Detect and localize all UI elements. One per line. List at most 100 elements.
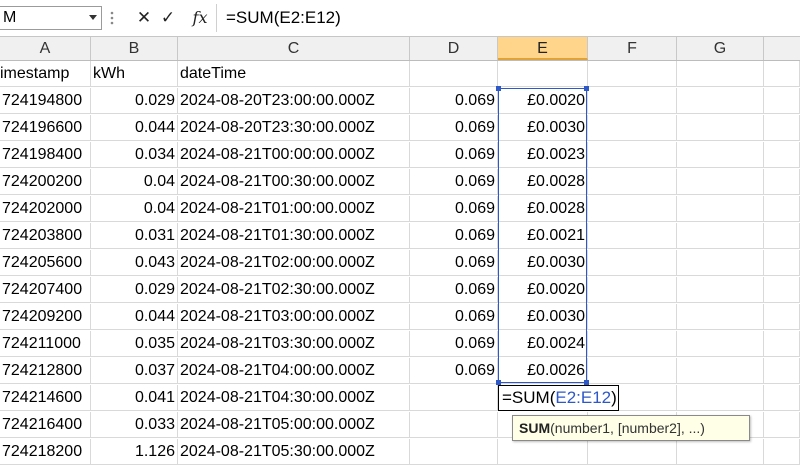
- column-header-a[interactable]: A: [0, 37, 91, 60]
- formula-bar-splitter-icon[interactable]: [106, 6, 118, 30]
- cell-c-4[interactable]: 2024-08-21T00:00:00.000Z: [178, 142, 410, 168]
- cell-h-8[interactable]: [764, 250, 800, 276]
- cell-b-12[interactable]: 0.037: [91, 358, 178, 384]
- cell-b-13[interactable]: 0.041: [91, 385, 178, 411]
- cell-g-2[interactable]: [677, 88, 764, 114]
- cell-g-13[interactable]: [677, 385, 764, 411]
- cell-a-11[interactable]: 724211000: [0, 331, 91, 357]
- cell-g-11[interactable]: [677, 331, 764, 357]
- cell-g-15[interactable]: [677, 439, 764, 465]
- cell-h-1[interactable]: [764, 61, 800, 87]
- cell-a-12[interactable]: 724212800: [0, 358, 91, 384]
- cancel-icon[interactable]: ✕: [134, 6, 154, 30]
- cell-g-5[interactable]: [677, 169, 764, 195]
- cell-d-6[interactable]: 0.069: [410, 196, 498, 222]
- cell-f-11[interactable]: [588, 331, 677, 357]
- name-box[interactable]: M: [0, 6, 102, 30]
- cell-e-7[interactable]: £0.0021: [498, 223, 588, 249]
- cell-h-10[interactable]: [764, 304, 800, 330]
- cell-h-3[interactable]: [764, 115, 800, 141]
- cell-b-2[interactable]: 0.029: [91, 88, 178, 114]
- cell-d-1[interactable]: [410, 61, 498, 87]
- enter-check-icon[interactable]: ✓: [158, 6, 178, 30]
- cell-c-8[interactable]: 2024-08-21T02:00:00.000Z: [178, 250, 410, 276]
- cell-c-10[interactable]: 2024-08-21T03:00:00.000Z: [178, 304, 410, 330]
- cell-g-6[interactable]: [677, 196, 764, 222]
- cell-c-3[interactable]: 2024-08-20T23:30:00.000Z: [178, 115, 410, 141]
- cell-h-15[interactable]: [764, 439, 800, 465]
- insert-function-icon[interactable]: fx: [188, 6, 212, 30]
- cell-e-8[interactable]: £0.0030: [498, 250, 588, 276]
- tooltip-function-name[interactable]: SUM: [519, 420, 550, 436]
- cell-b-6[interactable]: 0.04: [91, 196, 178, 222]
- cell-c-11[interactable]: 2024-08-21T03:30:00.000Z: [178, 331, 410, 357]
- cell-c-13[interactable]: 2024-08-21T04:30:00.000Z: [178, 385, 410, 411]
- column-header-f[interactable]: F: [588, 37, 677, 60]
- cell-e-3[interactable]: £0.0030: [498, 115, 588, 141]
- cell-g-12[interactable]: [677, 358, 764, 384]
- cell-c-1[interactable]: dateTime: [178, 61, 410, 87]
- cell-d-10[interactable]: 0.069: [410, 304, 498, 330]
- cell-b-9[interactable]: 0.029: [91, 277, 178, 303]
- cell-a-6[interactable]: 724202000: [0, 196, 91, 222]
- cell-g-3[interactable]: [677, 115, 764, 141]
- cell-c-12[interactable]: 2024-08-21T04:00:00.000Z: [178, 358, 410, 384]
- cell-c-14[interactable]: 2024-08-21T05:00:00.000Z: [178, 412, 410, 438]
- cell-c-2[interactable]: 2024-08-20T23:00:00.000Z: [178, 88, 410, 114]
- cell-a-5[interactable]: 724200200: [0, 169, 91, 195]
- cell-g-7[interactable]: [677, 223, 764, 249]
- cell-f-5[interactable]: [588, 169, 677, 195]
- chevron-down-icon[interactable]: [89, 15, 97, 20]
- cell-e-2[interactable]: £0.0020: [498, 88, 588, 114]
- cell-a-15[interactable]: 724218200: [0, 439, 91, 465]
- column-header-g[interactable]: G: [677, 37, 764, 60]
- cell-d-7[interactable]: 0.069: [410, 223, 498, 249]
- cell-a-10[interactable]: 724209200: [0, 304, 91, 330]
- cell-d-8[interactable]: 0.069: [410, 250, 498, 276]
- cell-c-7[interactable]: 2024-08-21T01:30:00.000Z: [178, 223, 410, 249]
- cell-g-4[interactable]: [677, 142, 764, 168]
- cell-e-6[interactable]: £0.0028: [498, 196, 588, 222]
- cell-c-15[interactable]: 2024-08-21T05:30:00.000Z: [178, 439, 410, 465]
- cell-f-2[interactable]: [588, 88, 677, 114]
- cell-h-14[interactable]: [764, 412, 800, 438]
- cell-d-3[interactable]: 0.069: [410, 115, 498, 141]
- cell-b-1[interactable]: kWh: [91, 61, 178, 87]
- cell-b-11[interactable]: 0.035: [91, 331, 178, 357]
- cell-a-2[interactable]: 724194800: [0, 88, 91, 114]
- formula-input[interactable]: =SUM(E2:E12): [226, 6, 341, 30]
- cell-a-8[interactable]: 724205600: [0, 250, 91, 276]
- cell-d-11[interactable]: 0.069: [410, 331, 498, 357]
- cell-d-4[interactable]: 0.069: [410, 142, 498, 168]
- cell-h-4[interactable]: [764, 142, 800, 168]
- cell-e-15[interactable]: [498, 439, 588, 465]
- cell-f-4[interactable]: [588, 142, 677, 168]
- cell-b-4[interactable]: 0.034: [91, 142, 178, 168]
- cell-h-2[interactable]: [764, 88, 800, 114]
- cell-d-9[interactable]: 0.069: [410, 277, 498, 303]
- column-header-b[interactable]: B: [91, 37, 178, 60]
- cell-a-1[interactable]: imestamp: [0, 61, 91, 87]
- cell-b-14[interactable]: 0.033: [91, 412, 178, 438]
- cell-d-14[interactable]: [410, 412, 498, 438]
- cell-c-6[interactable]: 2024-08-21T01:00:00.000Z: [178, 196, 410, 222]
- cell-a-9[interactable]: 724207400: [0, 277, 91, 303]
- cell-h-13[interactable]: [764, 385, 800, 411]
- cell-e-10[interactable]: £0.0030: [498, 304, 588, 330]
- cell-b-7[interactable]: 0.031: [91, 223, 178, 249]
- cell-c-5[interactable]: 2024-08-21T00:30:00.000Z: [178, 169, 410, 195]
- cell-f-10[interactable]: [588, 304, 677, 330]
- cell-e-1[interactable]: [498, 61, 588, 87]
- cell-a-4[interactable]: 724198400: [0, 142, 91, 168]
- cell-f-3[interactable]: [588, 115, 677, 141]
- cell-d-15[interactable]: [410, 439, 498, 465]
- cell-b-15[interactable]: 1.126: [91, 439, 178, 465]
- cell-f-6[interactable]: [588, 196, 677, 222]
- cell-g-8[interactable]: [677, 250, 764, 276]
- cell-b-8[interactable]: 0.043: [91, 250, 178, 276]
- cell-g-10[interactable]: [677, 304, 764, 330]
- cell-f-1[interactable]: [588, 61, 677, 87]
- cell-e-12[interactable]: £0.0026: [498, 358, 588, 384]
- cell-b-10[interactable]: 0.044: [91, 304, 178, 330]
- column-header-e[interactable]: E: [498, 37, 588, 60]
